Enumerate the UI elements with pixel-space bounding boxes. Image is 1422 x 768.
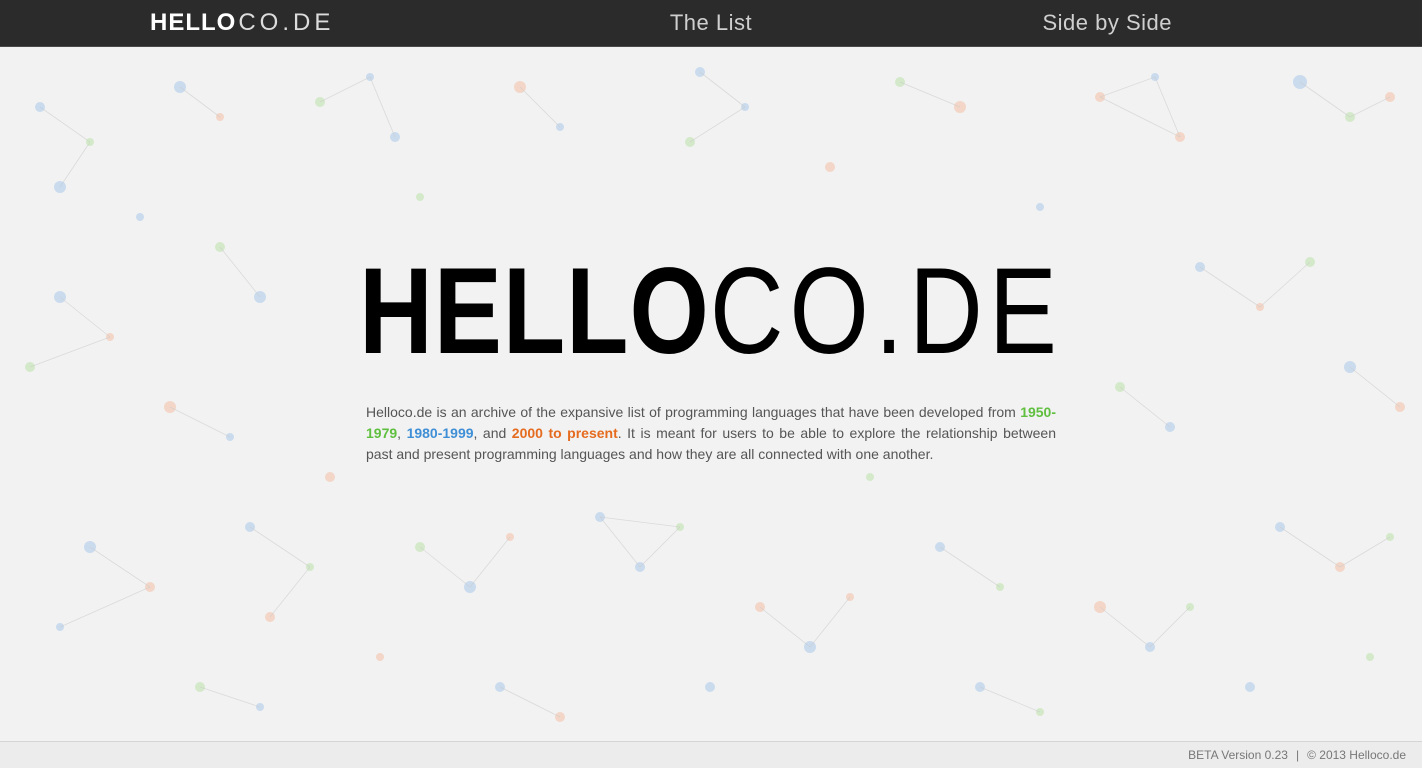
footer-separator: | <box>1296 748 1299 762</box>
hero-sep2: , and <box>474 425 512 441</box>
footer-copyright: © 2013 Helloco.de <box>1307 748 1406 762</box>
hero-section: HELLO CO.DE Helloco.de is an archive of … <box>366 270 1056 479</box>
nav-the-list[interactable]: The List <box>670 10 752 36</box>
header-logo-hello: HELLO <box>150 9 236 37</box>
hero-desc-pre: Helloco.de is an archive of the expansiv… <box>366 404 1020 420</box>
hero-description: Helloco.de is an archive of the expansiv… <box>366 402 1056 465</box>
hero-sep1: , <box>397 425 406 441</box>
hero-logo: HELLO CO.DE <box>366 250 1056 372</box>
era-2000-present: 2000 to present <box>512 425 618 441</box>
footer-bar: BETA Version 0.23 | © 2013 Helloco.de <box>0 741 1422 768</box>
footer-version: BETA Version 0.23 <box>1188 748 1288 762</box>
header-logo-code: CO.DE <box>238 9 334 37</box>
header-logo[interactable]: HELLO CO.DE <box>150 9 334 37</box>
hero-logo-code: CO.DE <box>710 250 1063 372</box>
hero-logo-hello: HELLO <box>359 250 710 372</box>
nav-side-by-side[interactable]: Side by Side <box>1042 10 1172 36</box>
header-bar: HELLO CO.DE The List Side by Side <box>0 0 1422 47</box>
era-1980-1999: 1980-1999 <box>407 425 474 441</box>
